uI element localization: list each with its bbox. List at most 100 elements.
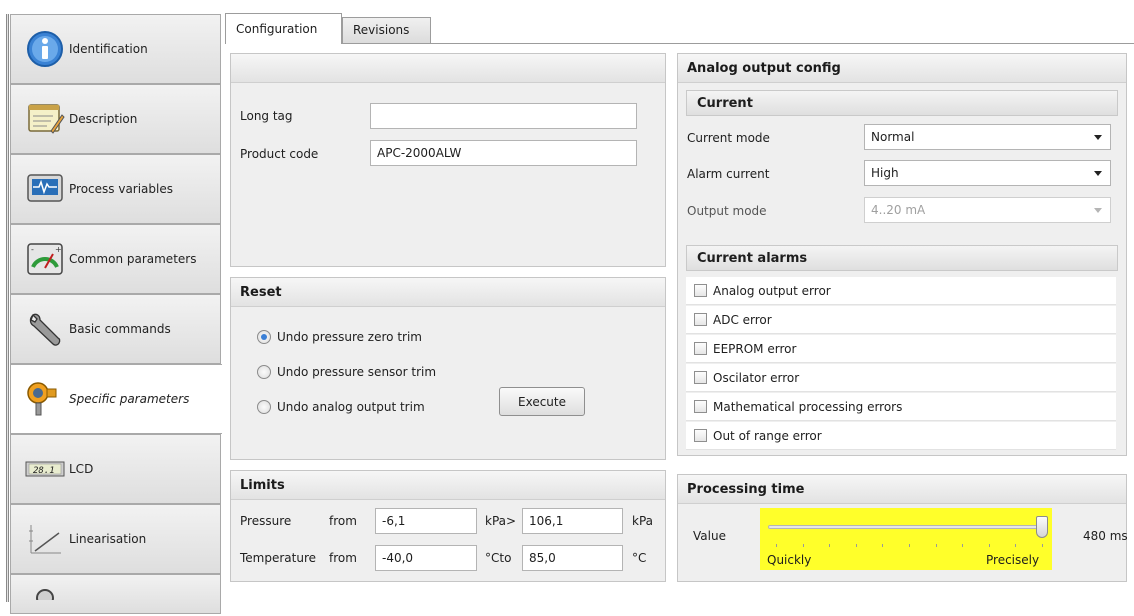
sidebar-item-label: Process variables	[69, 182, 173, 196]
pressure-unit-label: kPa	[632, 514, 653, 528]
slider-tick	[882, 544, 884, 547]
undo-pressure-sensor-trim-radio[interactable]: Undo pressure sensor trim	[257, 365, 436, 379]
analog-output-config-panel: Analog output config Current Current mod…	[677, 53, 1127, 456]
current-mode-select[interactable]: Normal	[864, 124, 1111, 150]
checkbox-label: ADC error	[713, 312, 772, 327]
lcd-display-icon: 28.1	[23, 447, 67, 491]
checkbox-label: Oscilator error	[713, 370, 800, 385]
analog-output-error-checkbox[interactable]: Analog output error	[686, 277, 1116, 305]
output-mode-select: 4..20 mA	[864, 197, 1111, 223]
checkbox-box	[694, 400, 707, 413]
undo-analog-output-trim-radio[interactable]: Undo analog output trim	[257, 400, 425, 414]
product-code-label: Product code	[240, 147, 319, 161]
sidebar-item-process-variables[interactable]: Process variables	[10, 154, 221, 224]
slider-tick	[988, 544, 990, 547]
sidebar-item-label: Linearisation	[69, 532, 147, 546]
reset-panel: Reset Undo pressure zero trim Undo press…	[230, 277, 666, 460]
sidebar-item-identification[interactable]: Identification	[10, 14, 221, 84]
pressure-to-label: kPa>	[485, 514, 517, 528]
lcd-display-text: 28.1	[33, 466, 55, 476]
current-section-title: Current	[686, 90, 1118, 116]
slider-tick	[776, 544, 777, 547]
undo-pressure-zero-trim-radio[interactable]: Undo pressure zero trim	[257, 330, 422, 344]
tab-revisions[interactable]: Revisions	[342, 17, 431, 43]
svg-text:+: +	[55, 245, 62, 254]
slider-tick	[1042, 544, 1043, 547]
partial-icon	[23, 572, 67, 616]
execute-button[interactable]: Execute	[499, 387, 585, 416]
checkbox-box	[694, 313, 707, 326]
sidebar-item-lcd[interactable]: 28.1 LCD	[10, 434, 221, 504]
output-mode-value: 4..20 mA	[871, 203, 926, 217]
eeprom-error-checkbox[interactable]: EEPROM error	[686, 335, 1116, 363]
limits-panel: Limits Pressure from -6,1 kPa> 106,1 kPa…	[230, 470, 666, 582]
svg-text:-: -	[31, 245, 34, 254]
slider-tick	[829, 544, 831, 547]
alarm-current-select[interactable]: High	[864, 160, 1111, 186]
processing-time-slider[interactable]	[1036, 516, 1048, 538]
main-content: Configuration Revisions Long tag Product…	[221, 0, 1134, 602]
analog-output-config-title: Analog output config	[678, 54, 1126, 83]
slider-track	[768, 525, 1046, 529]
sidebar-item-common-parameters[interactable]: - + Common parameters	[10, 224, 221, 294]
radio-indicator	[257, 330, 271, 344]
product-code-input[interactable]: APC-2000ALW	[370, 140, 637, 166]
radio-indicator	[257, 400, 271, 414]
pressure-from-label: from	[329, 514, 357, 528]
sidebar-item-basic-commands[interactable]: Basic commands	[10, 294, 221, 364]
slider-tick	[935, 544, 937, 547]
radio-label: Undo pressure zero trim	[277, 330, 422, 344]
sidebar-item-more[interactable]	[10, 574, 221, 614]
chevron-down-icon	[1094, 171, 1102, 176]
sidebar-item-specific-parameters[interactable]: Specific parameters	[10, 364, 222, 434]
identity-panel: Long tag Product code APC-2000ALW	[230, 53, 666, 267]
slider-min-label: Quickly	[767, 553, 812, 567]
gauge-icon: - +	[23, 237, 67, 281]
mathematical-processing-errors-checkbox[interactable]: Mathematical processing errors	[686, 393, 1116, 421]
current-alarms-section-title: Current alarms	[686, 245, 1118, 271]
temperature-unit-label: °C	[632, 551, 647, 565]
checkbox-box	[694, 342, 707, 355]
checkbox-label: Mathematical processing errors	[713, 399, 903, 414]
chevron-down-icon	[1094, 208, 1102, 213]
processing-time-readout: 480 ms	[1083, 529, 1128, 543]
radio-indicator	[257, 365, 271, 379]
temperature-label: Temperature	[240, 551, 317, 565]
limits-panel-title: Limits	[231, 471, 665, 500]
pressure-to-input[interactable]: 106,1	[522, 508, 623, 534]
temperature-from-label: from	[329, 551, 357, 565]
reset-panel-title: Reset	[231, 278, 665, 307]
long-tag-input[interactable]	[370, 103, 637, 129]
tab-strip-border	[225, 43, 1134, 44]
identity-panel-header	[231, 54, 665, 83]
current-mode-label: Current mode	[687, 131, 770, 145]
sidebar-frame	[6, 14, 9, 602]
sidebar-item-description[interactable]: Description	[10, 84, 221, 154]
chart-line-icon	[23, 517, 67, 561]
notepad-icon	[23, 97, 67, 141]
slider-max-label: Precisely	[986, 553, 1040, 567]
temperature-from-input[interactable]: -40,0	[375, 545, 477, 571]
sidebar-item-label: Identification	[69, 42, 148, 56]
sidebar-item-label: Specific parameters	[69, 392, 190, 406]
checkbox-label: Analog output error	[713, 283, 831, 298]
radio-label: Undo analog output trim	[277, 400, 425, 414]
out-of-range-error-checkbox[interactable]: Out of range error	[686, 422, 1116, 450]
processing-value-label: Value	[693, 529, 726, 543]
monitor-wave-icon	[23, 167, 67, 211]
temperature-to-input[interactable]: 85,0	[522, 545, 623, 571]
oscilator-error-checkbox[interactable]: Oscilator error	[686, 364, 1116, 392]
pressure-from-input[interactable]: -6,1	[375, 508, 477, 534]
temperature-to-label: °Cto	[485, 551, 512, 565]
navigation-sidebar: Identification Description Process varia…	[0, 0, 222, 614]
radio-label: Undo pressure sensor trim	[277, 365, 437, 379]
adc-error-checkbox[interactable]: ADC error	[686, 306, 1116, 334]
checkbox-box	[694, 429, 707, 442]
wrench-icon	[23, 307, 67, 351]
sidebar-item-linearisation[interactable]: Linearisation	[10, 504, 221, 574]
tab-configuration[interactable]: Configuration	[225, 13, 342, 44]
current-mode-value: Normal	[871, 130, 915, 144]
alarm-current-label: Alarm current	[687, 167, 770, 181]
pressure-label: Pressure	[240, 514, 292, 528]
checkbox-label: EEPROM error	[713, 341, 797, 356]
